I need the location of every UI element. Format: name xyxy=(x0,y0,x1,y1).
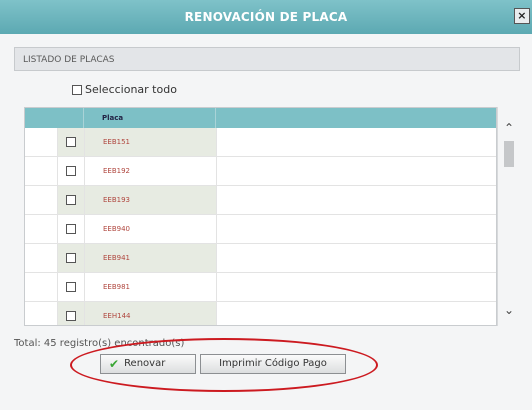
placa-cell: EEB151 xyxy=(85,128,217,156)
row-gutter xyxy=(25,215,58,243)
chevron-down-icon[interactable]: ⌄ xyxy=(501,303,517,317)
placa-cell: EEB981 xyxy=(85,273,217,301)
checkbox-icon[interactable] xyxy=(66,166,76,176)
row-checkbox-cell[interactable] xyxy=(58,186,85,214)
checkbox-icon[interactable] xyxy=(66,224,76,234)
vertical-scrollbar[interactable]: ⌃ ⌄ xyxy=(497,107,520,326)
row-checkbox-cell[interactable] xyxy=(58,302,85,325)
row-checkbox-cell[interactable] xyxy=(58,157,85,185)
header-spacer xyxy=(25,108,84,128)
renovar-label: Renovar xyxy=(124,358,166,369)
table-row[interactable]: EEB151 xyxy=(25,128,496,157)
column-header-placa[interactable]: Placa xyxy=(84,108,216,128)
checkbox-icon[interactable] xyxy=(72,84,82,95)
row-gutter xyxy=(25,244,58,272)
row-checkbox-cell[interactable] xyxy=(58,128,85,156)
table-row[interactable]: EEH144 xyxy=(25,302,496,325)
close-icon: × xyxy=(517,9,527,22)
window-title-bar: RENOVACIÓN DE PLACA × xyxy=(0,0,532,34)
placa-cell: EEB193 xyxy=(85,186,217,214)
checkbox-icon[interactable] xyxy=(66,137,76,147)
imprimir-codigo-pago-button[interactable]: Imprimir Código Pago xyxy=(200,354,346,374)
row-checkbox-cell[interactable] xyxy=(58,273,85,301)
scrollbar-thumb[interactable] xyxy=(504,141,514,167)
window-title: RENOVACIÓN DE PLACA xyxy=(184,10,348,24)
section-header: LISTADO DE PLACAS xyxy=(14,47,520,71)
table-header: Placa xyxy=(25,108,496,128)
select-all-checkbox[interactable]: Seleccionar todo xyxy=(72,83,177,96)
placa-cell: EEB941 xyxy=(85,244,217,272)
checkbox-icon[interactable] xyxy=(66,311,76,321)
imprimir-label: Imprimir Código Pago xyxy=(219,358,327,369)
row-gutter xyxy=(25,186,58,214)
table-row[interactable]: EEB981 xyxy=(25,273,496,302)
placa-cell: EEH144 xyxy=(85,302,217,325)
placa-cell: EEB940 xyxy=(85,215,217,243)
renovar-button[interactable]: ✔ Renovar xyxy=(100,354,196,374)
row-checkbox-cell[interactable] xyxy=(58,244,85,272)
row-gutter xyxy=(25,302,58,325)
close-button[interactable]: × xyxy=(514,8,530,24)
table-row[interactable]: EEB193 xyxy=(25,186,496,215)
row-gutter xyxy=(25,157,58,185)
table-row[interactable]: EEB940 xyxy=(25,215,496,244)
checkbox-icon[interactable] xyxy=(66,195,76,205)
checkmark-icon: ✔ xyxy=(109,357,120,371)
action-buttons: ✔ Renovar Imprimir Código Pago xyxy=(100,354,346,374)
checkbox-icon[interactable] xyxy=(66,282,76,292)
placa-cell: EEB192 xyxy=(85,157,217,185)
table-row[interactable]: EEB941 xyxy=(25,244,496,273)
row-gutter xyxy=(25,273,58,301)
select-all-label: Seleccionar todo xyxy=(85,83,177,96)
row-checkbox-cell[interactable] xyxy=(58,215,85,243)
checkbox-icon[interactable] xyxy=(66,253,76,263)
chevron-up-icon[interactable]: ⌃ xyxy=(501,121,517,135)
section-title: LISTADO DE PLACAS xyxy=(23,55,115,65)
row-gutter xyxy=(25,128,58,156)
table-row[interactable]: EEB192 xyxy=(25,157,496,186)
plates-table: Placa EEB151 EEB192 EEB193 EEB940 EEB941… xyxy=(24,107,497,326)
